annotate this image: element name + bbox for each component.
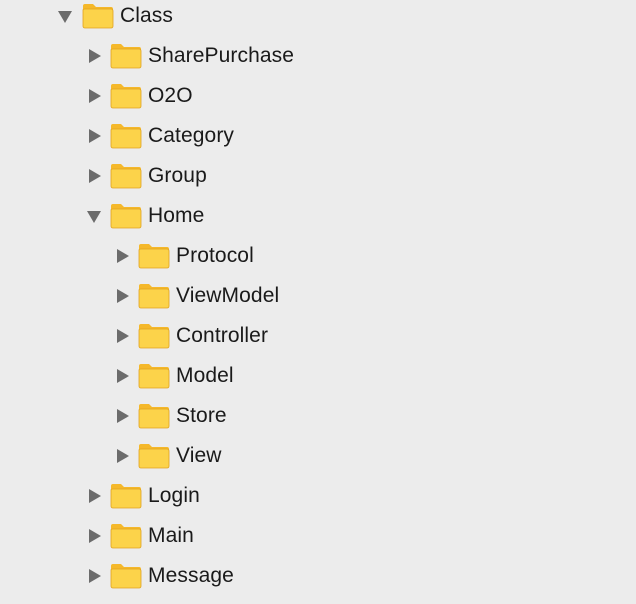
tree-row-controller[interactable]: Controller xyxy=(0,316,636,356)
tree-row-main[interactable]: Main xyxy=(0,516,636,556)
tree-row-group[interactable]: Group xyxy=(0,156,636,196)
triangle-down-icon[interactable] xyxy=(57,8,73,24)
folder-icon xyxy=(110,41,142,69)
tree-row-sharepurchase[interactable]: SharePurchase xyxy=(0,36,636,76)
tree-row-model[interactable]: Model xyxy=(0,356,636,396)
tree-row-label: Category xyxy=(148,124,235,147)
file-tree: Class SharePurchase O2O Category Group H… xyxy=(0,0,636,604)
tree-row-message[interactable]: Message xyxy=(0,556,636,596)
triangle-right-icon[interactable] xyxy=(114,448,130,464)
tree-row-label: Model xyxy=(176,364,234,387)
folder-icon xyxy=(110,481,142,509)
folder-icon xyxy=(138,401,170,429)
folder-icon xyxy=(110,161,142,189)
folder-icon xyxy=(82,1,114,29)
tree-row-label: Group xyxy=(148,164,207,187)
triangle-right-icon[interactable] xyxy=(86,568,102,584)
tree-row-o2o[interactable]: O2O xyxy=(0,76,636,116)
triangle-right-icon[interactable] xyxy=(114,248,130,264)
tree-row-label: Main xyxy=(148,524,194,547)
tree-row-store[interactable]: Store xyxy=(0,396,636,436)
triangle-down-icon[interactable] xyxy=(86,208,102,224)
tree-row-label: Store xyxy=(176,404,227,427)
triangle-right-icon[interactable] xyxy=(86,488,102,504)
folder-icon xyxy=(110,521,142,549)
triangle-right-icon[interactable] xyxy=(114,408,130,424)
triangle-right-icon[interactable] xyxy=(86,48,102,64)
triangle-right-icon[interactable] xyxy=(86,168,102,184)
tree-row-label: SharePurchase xyxy=(148,44,295,67)
tree-row-label: Class xyxy=(120,4,174,27)
folder-icon xyxy=(138,361,170,389)
tree-row-login[interactable]: Login xyxy=(0,476,636,516)
folder-icon xyxy=(110,121,142,149)
tree-row-label: Home xyxy=(148,204,205,227)
tree-row-class[interactable]: Class xyxy=(0,0,636,36)
triangle-right-icon[interactable] xyxy=(86,88,102,104)
tree-row-label: Message xyxy=(148,564,234,587)
folder-icon xyxy=(138,321,170,349)
tree-row-label: Controller xyxy=(176,324,269,347)
tree-row-home[interactable]: Home xyxy=(0,196,636,236)
folder-icon xyxy=(138,281,170,309)
tree-row-label: Login xyxy=(148,484,200,507)
folder-icon xyxy=(110,561,142,589)
tree-row-label: View xyxy=(176,444,222,467)
triangle-right-icon[interactable] xyxy=(114,288,130,304)
tree-row-label: O2O xyxy=(148,84,193,107)
folder-icon xyxy=(110,201,142,229)
folder-icon xyxy=(110,81,142,109)
triangle-right-icon[interactable] xyxy=(114,328,130,344)
triangle-right-icon[interactable] xyxy=(86,528,102,544)
folder-icon xyxy=(138,241,170,269)
tree-row-label: Protocol xyxy=(176,244,254,267)
tree-row-label: ViewModel xyxy=(176,284,280,307)
tree-row-view[interactable]: View xyxy=(0,436,636,476)
tree-row-viewmodel[interactable]: ViewModel xyxy=(0,276,636,316)
tree-row-category[interactable]: Category xyxy=(0,116,636,156)
triangle-right-icon[interactable] xyxy=(86,128,102,144)
tree-row-protocol[interactable]: Protocol xyxy=(0,236,636,276)
triangle-right-icon[interactable] xyxy=(114,368,130,384)
folder-icon xyxy=(138,441,170,469)
